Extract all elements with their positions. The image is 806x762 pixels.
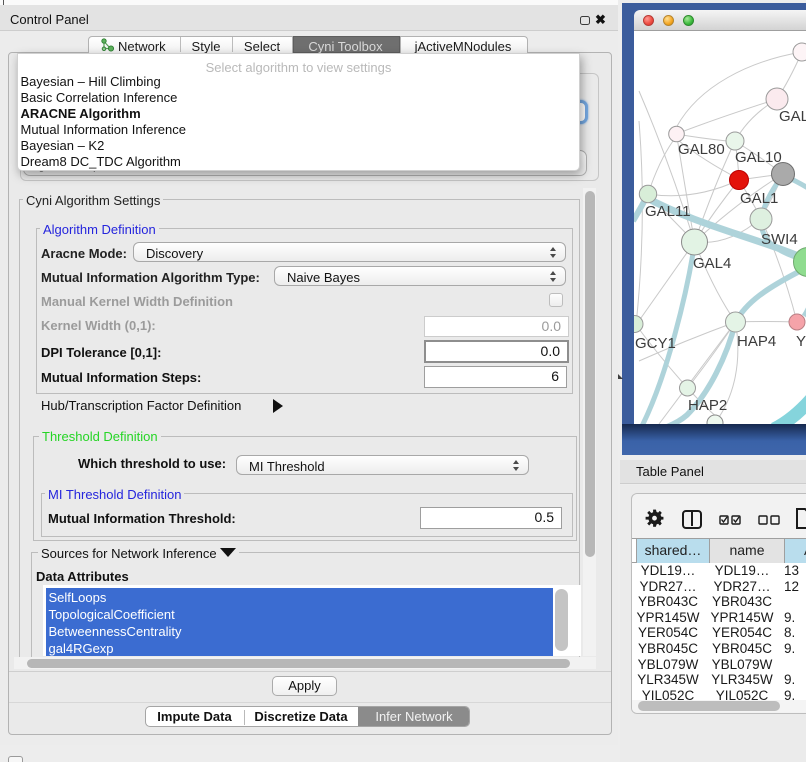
svg-text:GAL7: GAL7 xyxy=(779,108,806,125)
svg-text:HAP2: HAP2 xyxy=(688,397,727,414)
svg-text:HAP4: HAP4 xyxy=(737,333,776,350)
svg-text:GAL11: GAL11 xyxy=(645,203,691,220)
svg-text:GAL10: GAL10 xyxy=(735,149,782,166)
svg-text:SWI4: SWI4 xyxy=(761,231,798,248)
svg-text:Y: Y xyxy=(796,333,806,350)
svg-text:GAL80: GAL80 xyxy=(678,141,725,158)
svg-text:GAL4: GAL4 xyxy=(693,255,731,272)
svg-text:GCY1: GCY1 xyxy=(635,335,676,352)
svg-text:GAL1: GAL1 xyxy=(740,190,778,207)
